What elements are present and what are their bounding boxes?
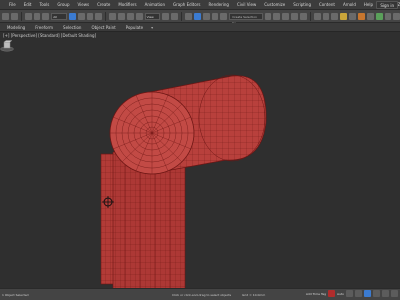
viewport-scene[interactable] <box>0 40 400 290</box>
undo-icon[interactable] <box>2 12 9 20</box>
sign-in-button[interactable]: Sign in <box>376 1 398 9</box>
schematic-view-icon[interactable] <box>322 12 330 20</box>
menu-scripting[interactable]: Scripting <box>289 0 315 10</box>
scale-icon[interactable] <box>126 12 134 20</box>
curve-editor-icon[interactable] <box>313 12 321 20</box>
move-icon[interactable] <box>109 12 117 20</box>
select-object-icon[interactable] <box>68 12 76 20</box>
next-frame-icon[interactable] <box>355 290 362 297</box>
rendered-frame-window-icon[interactable] <box>349 12 356 20</box>
reference-coord-dropdown[interactable]: View <box>144 12 161 20</box>
menu-content[interactable]: Content <box>315 0 339 10</box>
menu-tools[interactable]: Tools <box>35 0 53 10</box>
orbit-icon[interactable] <box>382 290 389 297</box>
perspective-viewport[interactable] <box>0 40 400 290</box>
auto-key-button[interactable] <box>328 290 336 297</box>
menu-civil-view[interactable]: Civil View <box>233 0 260 10</box>
status-bar: 1 Object Selected Click or click-and-dra… <box>0 288 400 300</box>
menu-graph-editors[interactable]: Graph Editors <box>169 0 204 10</box>
menu-items: File Edit Tools Group Views Create Modif… <box>5 0 400 10</box>
material-editor-icon[interactable] <box>331 12 339 20</box>
tab-populate[interactable]: Populate <box>121 23 148 32</box>
menu-edit[interactable]: Edit <box>20 0 36 10</box>
render-setup-icon[interactable] <box>340 12 348 20</box>
spinner-snap-icon[interactable] <box>220 12 228 20</box>
pivot-center-icon[interactable] <box>162 12 170 20</box>
menu-group[interactable]: Group <box>53 0 73 10</box>
placement-icon[interactable] <box>135 12 143 20</box>
mirror-icon[interactable] <box>264 12 272 20</box>
tab-modeling[interactable]: Modeling <box>2 23 30 32</box>
render-production-icon[interactable] <box>357 12 365 20</box>
ribbon-expand-icon[interactable]: ▾ <box>151 25 153 30</box>
menu-animation[interactable]: Animation <box>141 0 169 10</box>
status-controls: Add Time Tag Auto <box>306 290 398 297</box>
menu-arnold[interactable]: Arnold <box>339 0 360 10</box>
tab-freeform[interactable]: Freeform <box>30 23 58 32</box>
play-icon[interactable] <box>346 290 353 297</box>
select-manipulate-icon[interactable] <box>171 12 179 20</box>
grid-readout: Grid = 10.0mm <box>242 292 266 297</box>
window-crossing-icon[interactable] <box>95 12 103 20</box>
a360-gallery-icon[interactable] <box>393 12 400 20</box>
toggle-scene-explorer-icon[interactable] <box>282 12 290 20</box>
rect-selection-icon[interactable] <box>86 12 94 20</box>
align-icon[interactable] <box>273 12 281 20</box>
menu-modifiers[interactable]: Modifiers <box>114 0 140 10</box>
prompt-hint: Click or click-and-drag to select object… <box>172 292 232 297</box>
selection-set-field[interactable]: Create Selection Se <box>229 12 263 25</box>
menu-help[interactable]: Help <box>360 0 377 10</box>
toolbar-divider <box>309 11 311 21</box>
render-iterative-icon[interactable] <box>366 12 374 20</box>
menu-customize[interactable]: Customize <box>260 0 289 10</box>
menu-bar: File Edit Tools Group Views Create Modif… <box>0 0 400 10</box>
main-toolbar: All View Create Selection Se <box>0 10 400 25</box>
redo-icon[interactable] <box>10 12 18 20</box>
tab-object-paint[interactable]: Object Paint <box>86 23 120 32</box>
toggle-ribbon-icon[interactable] <box>299 12 307 20</box>
menubar-right: Sign in <box>376 1 398 9</box>
add-time-tag-button[interactable]: Add Time Tag <box>306 292 326 296</box>
selection-status: 1 Object Selected <box>2 292 29 297</box>
viewport-label[interactable]: [+] [Perspective] [Standard] [Default Sh… <box>3 33 96 38</box>
menu-rendering[interactable]: Rendering <box>205 0 233 10</box>
menu-views[interactable]: Views <box>74 0 94 10</box>
cylinder-end-cap[interactable] <box>109 91 195 175</box>
bind-spacewarp-icon[interactable] <box>42 12 50 20</box>
render-in-cloud-icon[interactable] <box>384 12 392 20</box>
menu-file[interactable]: File <box>5 0 20 10</box>
toggle-layer-explorer-icon[interactable] <box>291 12 298 20</box>
auto-key-label: Auto <box>337 291 344 296</box>
percent-snap-icon[interactable] <box>211 12 219 20</box>
toolbar-divider <box>181 11 183 21</box>
tab-selection[interactable]: Selection <box>58 23 86 32</box>
ribbon-tabs: Modeling Freeform Selection Object Paint… <box>0 23 400 32</box>
pan-view-icon[interactable] <box>373 290 380 297</box>
link-icon[interactable] <box>24 12 32 20</box>
maximize-viewport-icon[interactable] <box>391 290 398 297</box>
selection-filter-dropdown[interactable]: All <box>51 12 67 20</box>
zoom-extents-icon[interactable] <box>364 290 371 297</box>
menu-create[interactable]: Create <box>93 0 114 10</box>
arnold-render-icon[interactable] <box>375 12 383 20</box>
toolbar-divider <box>105 11 107 21</box>
viewport-header: [+] [Perspective] [Standard] [Default Sh… <box>0 32 400 40</box>
rotate-icon[interactable] <box>118 12 125 20</box>
select-by-name-icon[interactable] <box>77 12 85 20</box>
viewcube-icon[interactable] <box>0 40 14 52</box>
unlink-icon[interactable] <box>33 12 41 20</box>
angle-snap-icon[interactable] <box>202 12 210 20</box>
snaps-toggle-icon[interactable] <box>193 12 201 20</box>
toolbar-divider <box>20 11 22 21</box>
keyboard-shortcut-icon[interactable] <box>185 12 192 20</box>
